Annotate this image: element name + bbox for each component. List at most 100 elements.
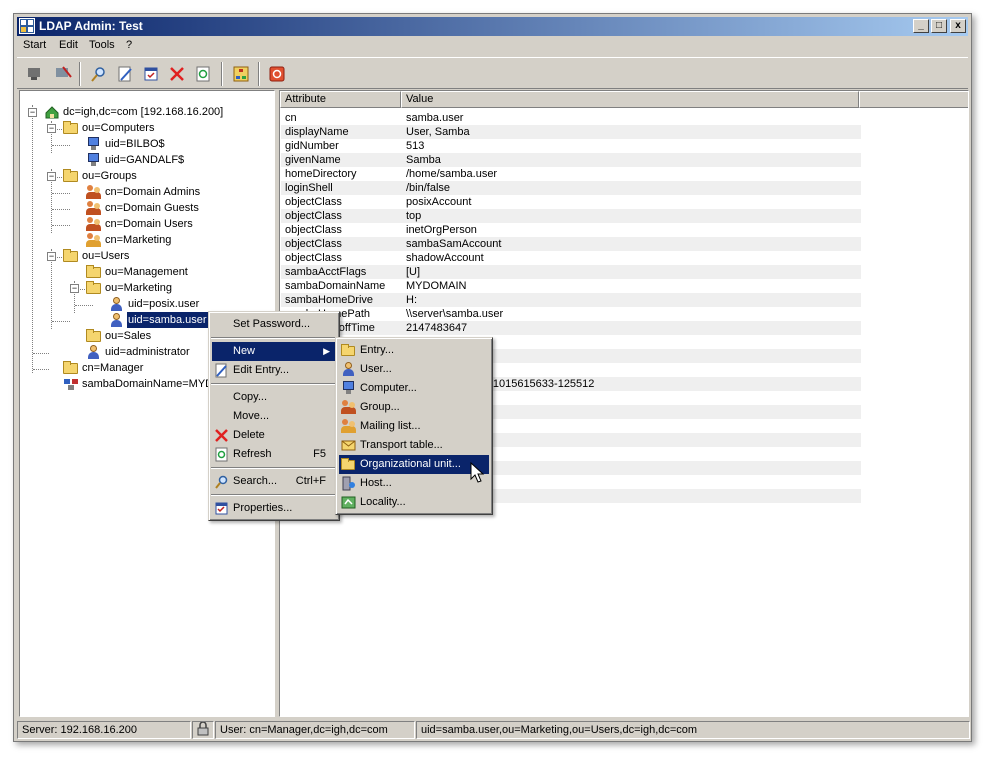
exit-icon[interactable] bbox=[267, 64, 287, 84]
tree-label-posix-user: uid=posix.user bbox=[128, 298, 200, 310]
grid-row[interactable]: homeDirectory/home/samba.user bbox=[281, 167, 861, 181]
directory-root-icon bbox=[44, 105, 59, 119]
grid-row[interactable]: sambaHomeDrive H: bbox=[281, 293, 861, 307]
group-icon bbox=[86, 217, 101, 231]
attribute-value: /bin/false bbox=[406, 182, 451, 194]
submenu-item-user[interactable]: User... bbox=[339, 360, 489, 379]
collapse-users-toggle[interactable]: − bbox=[47, 252, 56, 261]
envelope-icon bbox=[341, 438, 356, 453]
edit-icon[interactable] bbox=[115, 64, 135, 84]
tree-label-domain-admins: cn=Domain Admins bbox=[105, 186, 201, 198]
tree-label-sales: ou=Sales bbox=[105, 330, 152, 342]
grid-row[interactable]: objectClass posixAccount bbox=[281, 195, 861, 209]
menu-item-refresh[interactable]: Refresh F5 bbox=[212, 445, 336, 464]
tree-label-samba-user: uid=samba.user bbox=[126, 311, 209, 329]
folder-icon bbox=[63, 121, 78, 134]
grid-row[interactable]: cn samba.user bbox=[281, 111, 861, 125]
attribute-name: gidNumber bbox=[285, 140, 339, 152]
menu-item-edit-entry[interactable]: Edit Entry... bbox=[212, 361, 336, 380]
folder-icon bbox=[63, 169, 78, 182]
collapse-groups-toggle[interactable]: − bbox=[47, 172, 56, 181]
tree-label-users: ou=Users bbox=[82, 250, 130, 262]
tree-label-root: dc=igh,dc=com [192.168.16.200] bbox=[63, 106, 224, 118]
collapse-computers-toggle[interactable]: − bbox=[47, 124, 56, 133]
connect-icon[interactable] bbox=[25, 64, 45, 84]
grid-row[interactable]: displayName User, Samba bbox=[281, 125, 861, 139]
attribute-name: givenName bbox=[285, 154, 341, 166]
collapse-marketing-toggle[interactable]: − bbox=[70, 284, 79, 293]
delete-icon[interactable] bbox=[167, 64, 187, 84]
user-icon bbox=[341, 362, 356, 377]
disconnect-icon[interactable] bbox=[53, 64, 73, 84]
grid-row[interactable]: objectClass shadowAccount bbox=[281, 251, 861, 265]
collapse-root-toggle[interactable]: − bbox=[28, 108, 37, 117]
submenu-item-entry[interactable]: Entry... bbox=[339, 341, 489, 360]
column-header-value[interactable]: Value bbox=[401, 91, 859, 108]
attribute-value: posixAccount bbox=[406, 196, 472, 208]
submenu-item-organizational-unit[interactable]: Organizational unit... bbox=[339, 455, 489, 474]
lock-icon bbox=[192, 721, 214, 739]
properties-icon[interactable] bbox=[141, 64, 161, 84]
grid-row[interactable]: objectClass inetOrgPerson bbox=[281, 223, 861, 237]
user-icon bbox=[86, 345, 101, 359]
menu-edit[interactable]: Edit bbox=[59, 39, 78, 51]
title-bar: LDAP Admin: Test _ □ x bbox=[17, 17, 968, 36]
grid-row[interactable]: sambaAcctFlags [U] bbox=[281, 265, 861, 279]
grid-row[interactable]: objectClass top bbox=[281, 209, 861, 223]
user-icon bbox=[109, 313, 124, 327]
search-icon[interactable] bbox=[89, 64, 109, 84]
submenu-arrow-icon: ▶ bbox=[323, 346, 330, 356]
grid-row[interactable]: loginShell/bin/false bbox=[281, 181, 861, 195]
grid-row[interactable]: sambaDomainName MYDOMAIN bbox=[281, 279, 861, 293]
samba-domain-icon bbox=[63, 377, 78, 390]
attribute-value: samba.user bbox=[406, 112, 464, 124]
submenu-item-mailing-list[interactable]: Mailing list... bbox=[339, 417, 489, 436]
folder-icon bbox=[63, 249, 78, 262]
column-header-filler bbox=[859, 91, 968, 108]
menu-tools[interactable]: Tools bbox=[89, 39, 115, 51]
close-button[interactable]: x bbox=[950, 19, 966, 33]
toolbar bbox=[17, 57, 968, 89]
context-menu: Set Password... New ▶ Edit Entry... Copy.… bbox=[208, 311, 340, 521]
attribute-value: inetOrgPerson bbox=[406, 224, 477, 236]
status-dn: uid=samba.user,ou=Marketing,ou=Users,dc=… bbox=[416, 721, 970, 739]
menu-item-search[interactable]: Search... Ctrl+F bbox=[212, 472, 336, 491]
grid-row[interactable]: sambaKickoffTime2147483647 bbox=[281, 321, 861, 335]
menu-item-properties[interactable]: Properties... bbox=[212, 499, 336, 518]
menu-item-new[interactable]: New ▶ bbox=[212, 342, 336, 361]
menu-help[interactable]: ? bbox=[126, 39, 132, 51]
column-header-attribute[interactable]: Attribute bbox=[280, 91, 401, 108]
tree-label-domain-users: cn=Domain Users bbox=[105, 218, 193, 230]
attribute-value: User, Samba bbox=[406, 126, 470, 138]
menu-item-copy[interactable]: Copy... bbox=[212, 388, 336, 407]
grid-row[interactable]: objectClass sambaSamAccount bbox=[281, 237, 861, 251]
submenu-item-host[interactable]: Host... bbox=[339, 474, 489, 493]
menu-item-delete[interactable]: Delete bbox=[212, 426, 336, 445]
group-icon bbox=[86, 185, 101, 199]
submenu-item-computer[interactable]: Computer... bbox=[339, 379, 489, 398]
folder-icon bbox=[86, 281, 101, 294]
menu-item-set-password[interactable]: Set Password... bbox=[212, 315, 336, 334]
folder-icon bbox=[341, 458, 355, 470]
submenu-item-transport-table[interactable]: Transport table... bbox=[339, 436, 489, 455]
new-submenu: Entry... User... Computer... Group... Ma… bbox=[335, 337, 493, 515]
refresh-icon[interactable] bbox=[193, 64, 213, 84]
app-icon bbox=[19, 18, 35, 34]
submenu-item-group[interactable]: Group... bbox=[339, 398, 489, 417]
delete-icon bbox=[214, 428, 229, 443]
folder-icon bbox=[86, 329, 101, 342]
locality-icon bbox=[341, 495, 356, 510]
properties-icon bbox=[214, 501, 229, 516]
tree-label-administrator: uid=administrator bbox=[105, 346, 190, 358]
menu-item-move[interactable]: Move... bbox=[212, 407, 336, 426]
schema-icon[interactable] bbox=[231, 64, 251, 84]
grid-row[interactable]: gidNumber 513 bbox=[281, 139, 861, 153]
tree-label-domain-guests: cn=Domain Guests bbox=[105, 202, 199, 214]
computer-icon bbox=[86, 153, 101, 166]
grid-row[interactable]: givenName Samba bbox=[281, 153, 861, 167]
maximize-button[interactable]: □ bbox=[931, 19, 947, 33]
menu-start[interactable]: Start bbox=[23, 39, 46, 51]
minimize-button[interactable]: _ bbox=[913, 19, 929, 33]
grid-row[interactable]: sambaHomePath\\server\samba.user bbox=[281, 307, 861, 321]
submenu-item-locality[interactable]: Locality... bbox=[339, 493, 489, 512]
